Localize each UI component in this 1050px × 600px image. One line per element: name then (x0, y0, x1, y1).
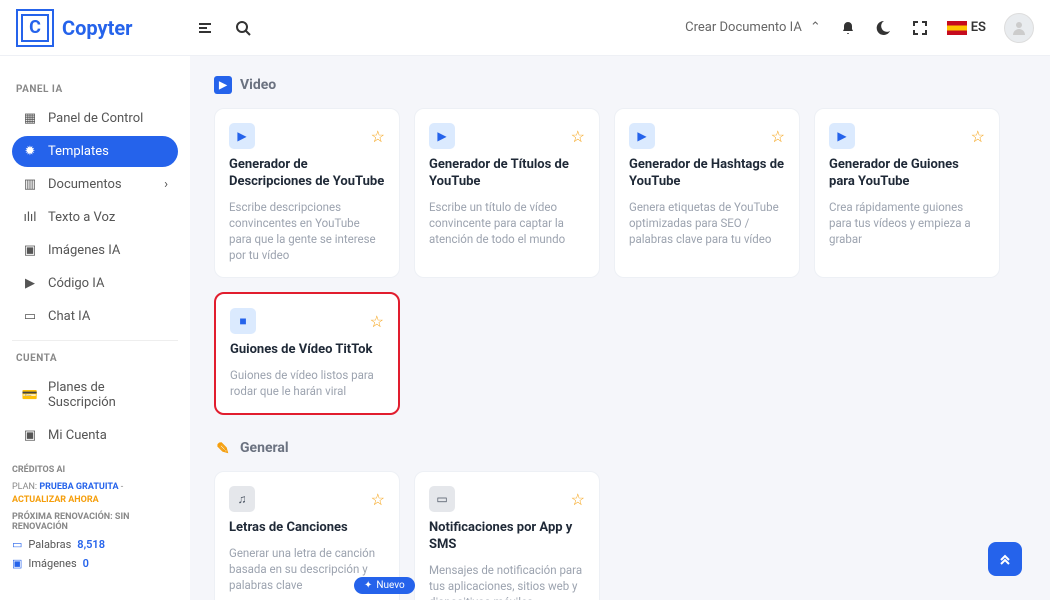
star-icon[interactable]: ☆ (371, 490, 385, 509)
sidebar: PANEL IA ▦ Panel de Control ✹ Templates … (0, 56, 190, 600)
sidebar-item-micuenta[interactable]: ▣ Mi Cuenta (12, 420, 178, 451)
sidebar-section-account: CUENTA (16, 353, 178, 364)
card-title: Generador de Títulos de YouTube (429, 157, 585, 191)
card-tiktok-guiones[interactable]: ■ ☆ Guiones de Vídeo TitTok Guiones de v… (214, 292, 400, 415)
sidebar-item-label: Planes de Suscripción (48, 380, 168, 410)
stat-imagenes: ▣ Imágenes 0 (12, 557, 178, 570)
card-title: Generador de Guiones para YouTube (829, 157, 985, 191)
pencil-icon: ✎ (214, 439, 232, 457)
doc-icon: ▥ (22, 177, 38, 192)
fullscreen-icon[interactable] (911, 19, 929, 37)
play-icon: ▶ (214, 76, 232, 94)
card-title: Notificaciones por App y SMS (429, 520, 585, 554)
star-icon[interactable]: ☆ (571, 127, 585, 146)
plan-info: PLAN: PRUEBA GRATUITA - ACTUALIZAR AHORA (12, 481, 178, 506)
card-title: Letras de Canciones (229, 520, 385, 537)
brand-name: Copyter (62, 16, 132, 40)
language-selector[interactable]: ES (947, 20, 986, 35)
card-yt-hashtags[interactable]: ▶ ☆ Generador de Hashtags de YouTube Gen… (614, 108, 800, 278)
sidebar-item-templates[interactable]: ✹ Templates (12, 136, 178, 167)
user-icon: ▣ (22, 428, 38, 443)
logo[interactable]: C Copyter (16, 9, 196, 47)
sidebar-item-label: Código IA (48, 276, 104, 291)
card-desc: Genera etiquetas de YouTube optimizadas … (629, 199, 785, 247)
create-doc-label: Crear Documento IA (685, 20, 802, 35)
chat-icon: ▭ (22, 309, 38, 324)
sidebar-item-texto-voz[interactable]: ılıl Texto a Voz (12, 202, 178, 233)
sidebar-item-planes[interactable]: 💳 Planes de Suscripción (12, 372, 178, 418)
sidebar-item-label: Panel de Control (48, 111, 143, 126)
avatar[interactable] (1004, 13, 1034, 43)
renewal-info: PRÓXIMA RENOVACIÓN: SIN RENOVACIÓN (12, 512, 178, 532)
sparkle-icon: ✦ (364, 580, 372, 591)
money-icon: 💳 (22, 388, 38, 403)
search-icon[interactable] (234, 19, 252, 37)
image-icon: ▣ (22, 243, 38, 258)
stat-palabras: ▭ Palabras 8,518 (12, 538, 178, 551)
star-icon[interactable]: ☆ (771, 127, 785, 146)
lang-code: ES (971, 20, 986, 35)
menu-toggle-icon[interactable] (196, 19, 214, 37)
sidebar-item-codigo[interactable]: ▶ Código IA (12, 268, 178, 299)
grid-icon: ▦ (22, 111, 38, 126)
main-content: ▶ Video ▶ ☆ Generador de Descripciones d… (190, 56, 1050, 600)
credits-title: CRÉDITOS AI (12, 465, 178, 475)
card-notificaciones[interactable]: ▭ ☆ Notificaciones por App y SMS Mensaje… (414, 471, 600, 600)
sidebar-item-label: Documentos (48, 177, 122, 192)
chat-icon: ▭ (12, 538, 22, 551)
sidebar-item-label: Mi Cuenta (48, 428, 107, 443)
create-doc-dropdown[interactable]: Crear Documento IA ⌃ (685, 20, 821, 35)
star-icon[interactable]: ☆ (571, 490, 585, 509)
gear-icon: ✹ (22, 144, 38, 159)
card-desc: Escribe descripciones convincentes en Yo… (229, 199, 385, 263)
card-title: Generador de Descripciones de YouTube (229, 157, 385, 191)
flag-es-icon (947, 21, 967, 35)
bell-icon[interactable] (839, 19, 857, 37)
youtube-icon: ▶ (229, 123, 255, 149)
video-icon: ■ (230, 308, 256, 334)
card-yt-descripciones[interactable]: ▶ ☆ Generador de Descripciones de YouTub… (214, 108, 400, 278)
card-yt-titulos[interactable]: ▶ ☆ Generador de Títulos de YouTube Escr… (414, 108, 600, 278)
section-header-video: ▶ Video (214, 76, 1026, 94)
sidebar-section-panel: PANEL IA (16, 84, 178, 95)
card-yt-guiones[interactable]: ▶ ☆ Generador de Guiones para YouTube Cr… (814, 108, 1000, 278)
card-title: Generador de Hashtags de YouTube (629, 157, 785, 191)
sidebar-item-panel-control[interactable]: ▦ Panel de Control (12, 103, 178, 134)
bell-icon: ▭ (429, 486, 455, 512)
star-icon[interactable]: ☆ (371, 127, 385, 146)
card-desc: Escribe un título de vídeo convincente p… (429, 199, 585, 247)
sidebar-item-label: Chat IA (48, 309, 90, 324)
sidebar-item-label: Imágenes IA (48, 243, 120, 258)
wave-icon: ılıl (22, 210, 38, 225)
card-desc: Guiones de vídeo listos para rodar que l… (230, 367, 384, 399)
image-icon: ▣ (12, 557, 22, 570)
chevron-right-icon: › (164, 177, 168, 192)
sidebar-item-documentos[interactable]: ▥ Documentos › (12, 169, 178, 200)
sidebar-item-label: Texto a Voz (48, 210, 115, 225)
plan-update-link[interactable]: ACTUALIZAR AHORA (12, 495, 99, 505)
chevron-up-icon: ⌃ (810, 20, 821, 35)
code-icon: ▶ (22, 276, 38, 291)
sidebar-item-chat[interactable]: ▭ Chat IA (12, 301, 178, 332)
section-header-general: ✎ General (214, 439, 1026, 457)
youtube-icon: ▶ (629, 123, 655, 149)
star-icon[interactable]: ☆ (971, 127, 985, 146)
card-desc: Crea rápidamente guiones para tus vídeos… (829, 199, 985, 247)
youtube-icon: ▶ (429, 123, 455, 149)
sidebar-item-imagenes[interactable]: ▣ Imágenes IA (12, 235, 178, 266)
sidebar-item-label: Templates (48, 144, 109, 159)
scroll-top-button[interactable] (988, 542, 1022, 576)
music-icon: ♫ (229, 486, 255, 512)
plan-name[interactable]: PRUEBA GRATUITA (39, 482, 118, 492)
card-title: Guiones de Vídeo TitTok (230, 342, 384, 359)
moon-icon[interactable] (875, 19, 893, 37)
logo-letter: C (21, 14, 49, 42)
star-icon[interactable]: ☆ (370, 312, 384, 331)
nuevo-badge[interactable]: ✦ Nuevo (354, 577, 415, 594)
youtube-icon: ▶ (829, 123, 855, 149)
card-desc: Mensajes de notificación para tus aplica… (429, 562, 585, 600)
